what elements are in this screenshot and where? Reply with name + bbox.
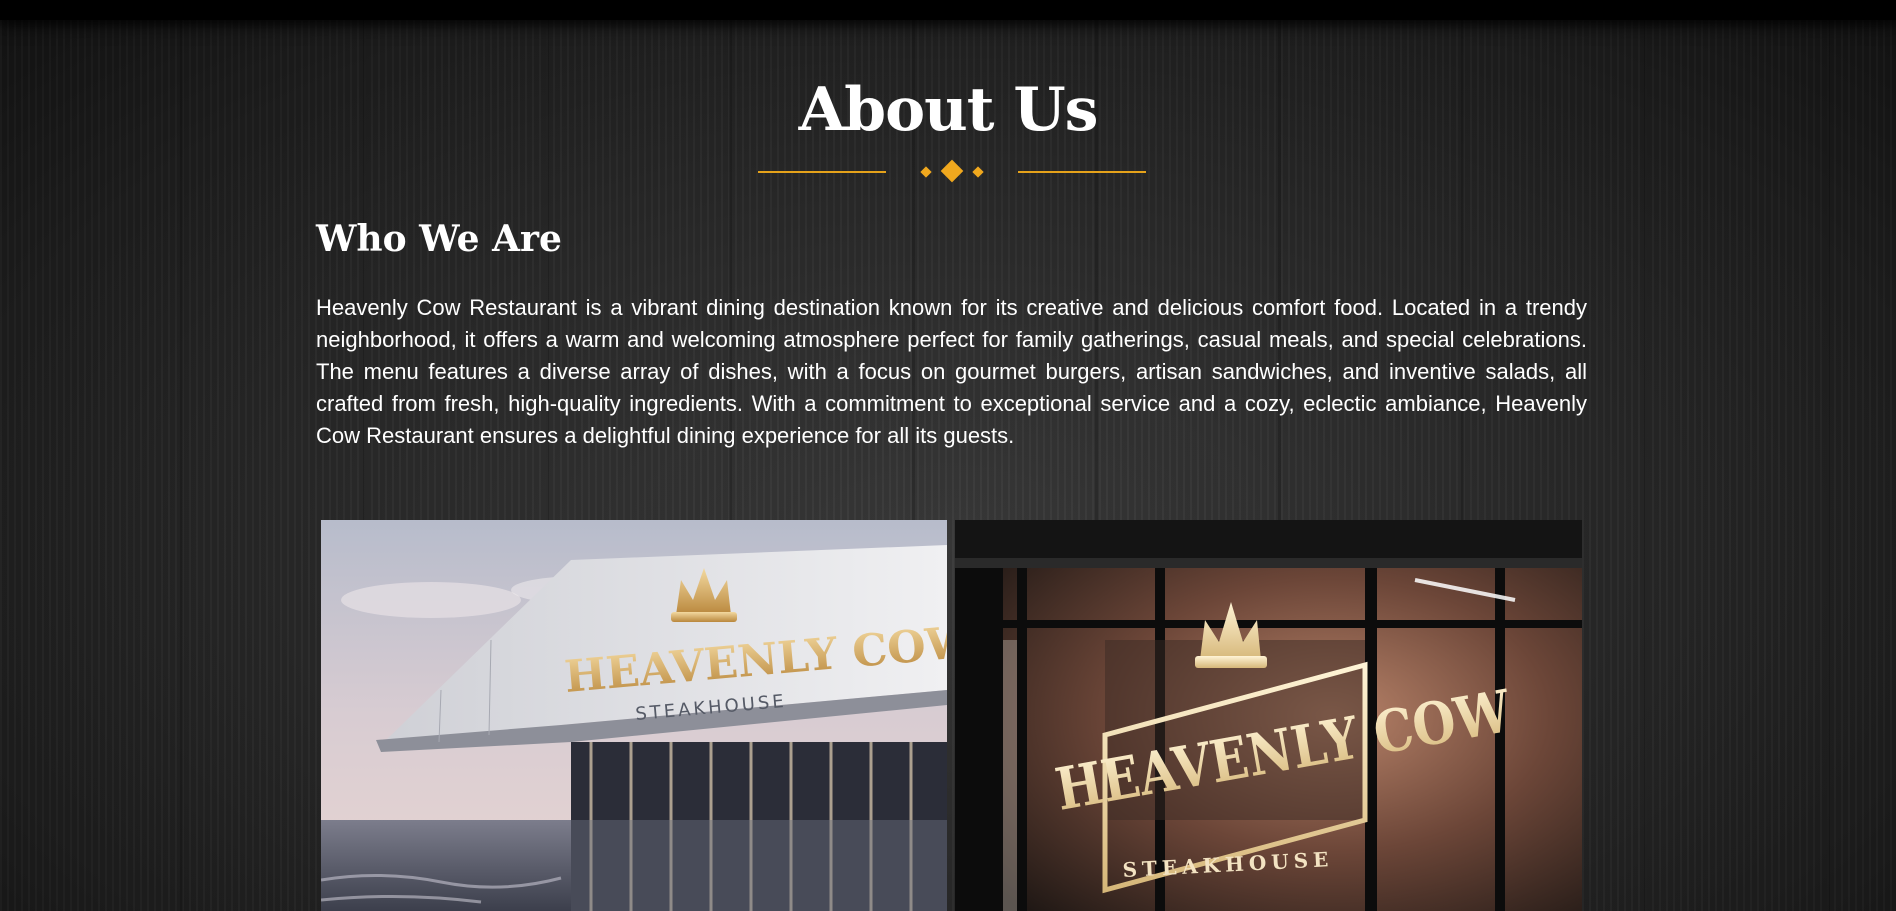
title-divider bbox=[758, 159, 1146, 184]
section-heading: Who We Are bbox=[316, 218, 562, 260]
divider-line-left bbox=[758, 171, 886, 173]
small-diamond-icon bbox=[972, 166, 984, 178]
top-edge-shadow bbox=[0, 0, 1896, 20]
restaurant-storefront-photo: HEAVENLY COW STEAKHOUSE bbox=[955, 520, 1582, 911]
page-title: About Us bbox=[798, 75, 1099, 145]
divider-line-right bbox=[1018, 171, 1146, 173]
restaurant-exterior-photo: HEAVENLY COW STEAKHOUSE bbox=[321, 520, 947, 911]
small-diamond-icon bbox=[920, 166, 932, 178]
diamond-icon bbox=[940, 159, 964, 183]
about-paragraph: Heavenly Cow Restaurant is a vibrant din… bbox=[316, 295, 1587, 448]
